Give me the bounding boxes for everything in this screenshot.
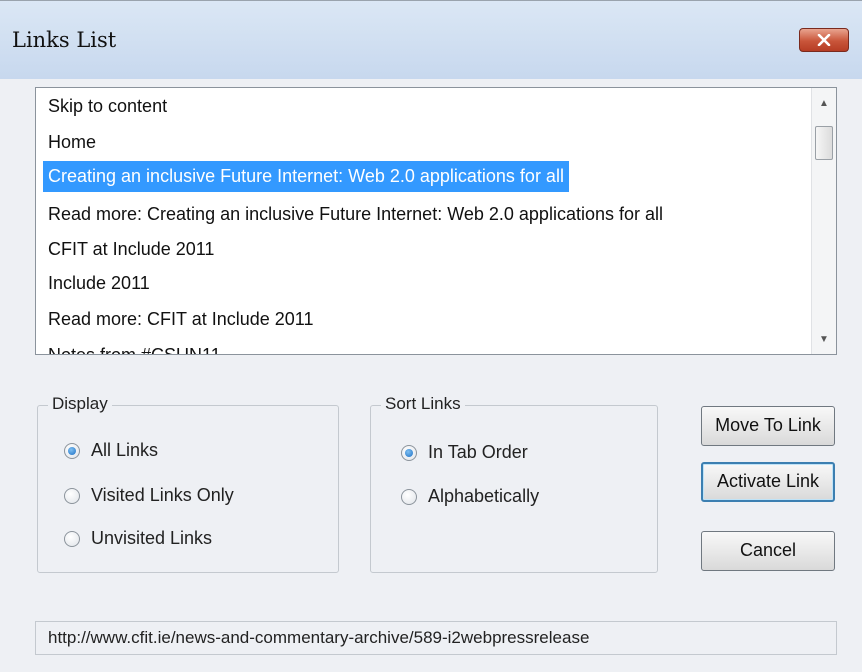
dialog-title: Links List xyxy=(12,28,117,52)
display-group: Display All Links Visited Links Only Unv… xyxy=(37,394,339,573)
sort-links-group-label: Sort Links xyxy=(381,394,465,414)
radio-label: Unvisited Links xyxy=(91,528,213,548)
link-url-display: http://www.cfit.ie/news-and-commentary-a… xyxy=(35,621,837,655)
list-item[interactable]: Home xyxy=(43,127,101,158)
move-to-link-button[interactable]: Move To Link xyxy=(701,406,835,446)
activate-link-button[interactable]: Activate Link xyxy=(701,462,835,502)
radio-label: All Links xyxy=(91,440,159,460)
links-list-dialog: Links List Skip to content Home Creating… xyxy=(0,0,862,672)
radio-button[interactable] xyxy=(401,489,417,505)
radio-button[interactable] xyxy=(64,531,80,547)
close-icon xyxy=(817,34,831,46)
radio-button[interactable] xyxy=(64,488,80,504)
scroll-down-arrow-icon[interactable]: ▼ xyxy=(812,328,836,352)
list-item[interactable]: Notes from #CSUN11 xyxy=(43,340,226,354)
title-bar: Links List xyxy=(0,1,862,79)
display-group-label: Display xyxy=(48,394,112,414)
list-item-selected[interactable]: Creating an inclusive Future Internet: W… xyxy=(43,161,569,192)
scroll-thumb[interactable] xyxy=(815,126,833,160)
radio-label: Alphabetically xyxy=(428,486,540,506)
radio-label: Visited Links Only xyxy=(91,485,234,505)
links-listbox[interactable]: Skip to content Home Creating an inclusi… xyxy=(35,87,837,355)
list-item[interactable]: Read more: CFIT at Include 2011 xyxy=(43,304,318,335)
radio-alphabetically[interactable]: Alphabetically xyxy=(401,486,601,512)
cancel-button[interactable]: Cancel xyxy=(701,531,835,571)
list-item[interactable]: Skip to content xyxy=(43,91,172,122)
list-item[interactable]: CFIT at Include 2011 xyxy=(43,234,219,265)
radio-button-checked[interactable] xyxy=(64,443,80,459)
close-button[interactable] xyxy=(799,28,849,52)
scroll-up-arrow-icon[interactable]: ▲ xyxy=(812,92,836,116)
list-item[interactable]: Read more: Creating an inclusive Future … xyxy=(43,199,668,230)
radio-button-checked[interactable] xyxy=(401,445,417,461)
sort-links-group: Sort Links In Tab Order Alphabetically xyxy=(370,394,658,573)
radio-all-links[interactable]: All Links xyxy=(64,440,264,466)
radio-visited-links-only[interactable]: Visited Links Only xyxy=(64,485,304,511)
radio-unvisited-links[interactable]: Unvisited Links xyxy=(64,528,304,554)
radio-in-tab-order[interactable]: In Tab Order xyxy=(401,442,601,468)
list-item[interactable]: Include 2011 xyxy=(43,268,155,299)
vertical-scrollbar[interactable]: ▲ ▼ xyxy=(811,88,836,354)
radio-label: In Tab Order xyxy=(428,442,528,462)
